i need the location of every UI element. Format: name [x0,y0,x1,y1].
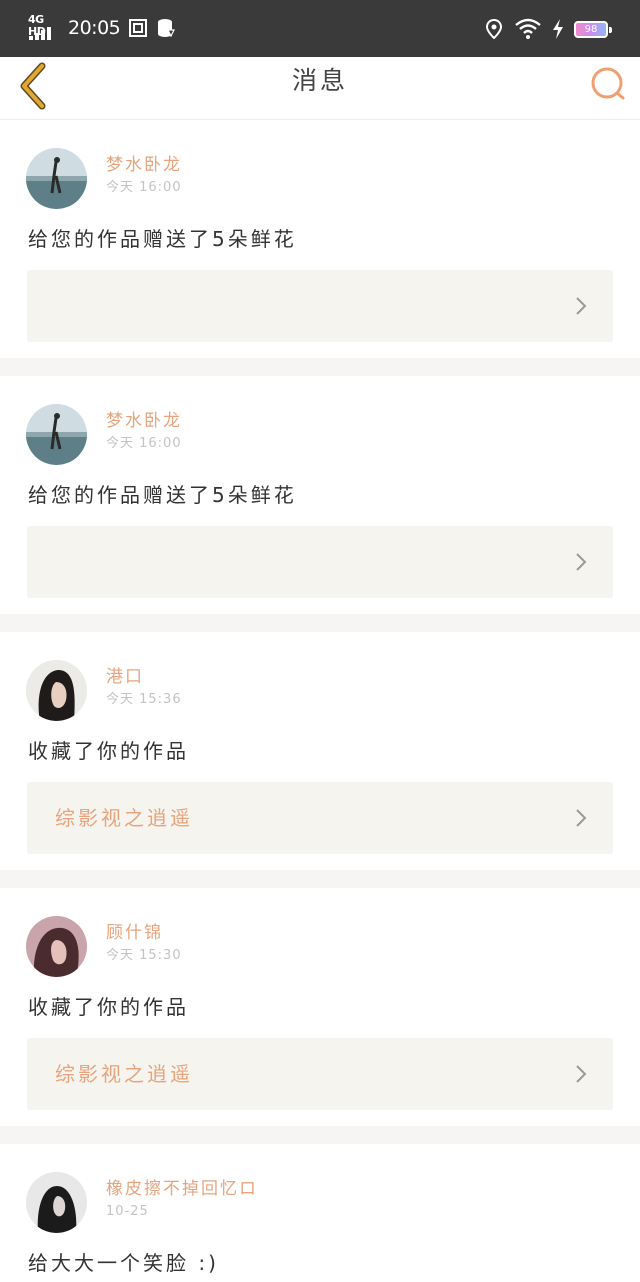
battery-level: 98 [584,23,598,35]
message-text: 给您的作品赠送了5朵鲜花 [28,227,297,251]
message-card: 梦水卧龙 今天 16:00 给您的作品赠送了5朵鲜花 [0,376,640,614]
charging-icon [553,19,563,39]
wifi-icon [515,18,541,39]
dark-hair-woman-avatar[interactable] [26,660,87,721]
status-bar: 4G HD 20:05 98 [0,0,640,57]
chevron-right-icon [576,809,587,827]
data-icon [158,19,176,38]
message-card: 梦水卧龙 今天 16:00 给您的作品赠送了5朵鲜花 [0,120,640,358]
message-text: 收藏了你的作品 [28,739,189,763]
message-list: 梦水卧龙 今天 16:00 给您的作品赠送了5朵鲜花 梦水卧龙 今天 16:00… [0,120,640,1282]
chevron-right-icon [576,1065,587,1083]
work-link[interactable]: 综影视之逍遥 [27,1038,613,1110]
signal-icon: 4G HD [28,14,60,42]
page-title: 消息 [291,66,348,95]
message-time: 今天 16:00 [106,436,182,451]
work-link[interactable] [27,270,613,342]
username[interactable]: 梦水卧龙 [106,410,182,432]
status-left: 4G HD 20:05 [28,14,176,42]
nav-bar: 消息 [0,57,640,120]
work-link[interactable] [27,526,613,598]
message-card: 港口 今天 15:36 收藏了你的作品 综影视之逍遥 [0,632,640,870]
username[interactable]: 顾什锦 [106,922,163,944]
person-on-beach-avatar[interactable] [26,148,87,209]
username[interactable]: 港口 [106,666,144,688]
message-time: 今天 15:36 [106,692,182,707]
screenshot-icon [129,19,148,37]
username[interactable]: 橡皮擦不掉回忆ロ [106,1178,258,1200]
message-text: 收藏了你的作品 [28,995,189,1019]
hooded-woman-avatar[interactable] [26,1172,87,1233]
chevron-right-icon [576,553,587,571]
message-card: 橡皮擦不掉回忆ロ 10-25 给大大一个笑脸 :) [0,1144,640,1282]
work-link[interactable]: 综影视之逍遥 [27,782,613,854]
message-time: 今天 15:30 [106,948,182,963]
username[interactable]: 梦水卧龙 [106,154,182,176]
status-right: 98 [484,16,612,42]
search-icon[interactable] [588,63,628,103]
chevron-right-icon [576,297,587,315]
message-text: 给大大一个笑脸 :) [28,1251,219,1275]
message-text: 给您的作品赠送了5朵鲜花 [28,483,297,507]
message-card: 顾什锦 今天 15:30 收藏了你的作品 综影视之逍遥 [0,888,640,1126]
battery-icon: 98 [574,20,612,38]
message-time: 今天 16:00 [106,180,182,195]
location-icon [485,19,503,39]
person-on-beach-avatar[interactable] [26,404,87,465]
pink-portrait-avatar[interactable] [26,916,87,977]
work-title: 综影视之逍遥 [55,1062,193,1086]
message-time: 10-25 [106,1204,149,1219]
status-time: 20:05 [68,17,121,39]
work-title: 综影视之逍遥 [55,806,193,830]
